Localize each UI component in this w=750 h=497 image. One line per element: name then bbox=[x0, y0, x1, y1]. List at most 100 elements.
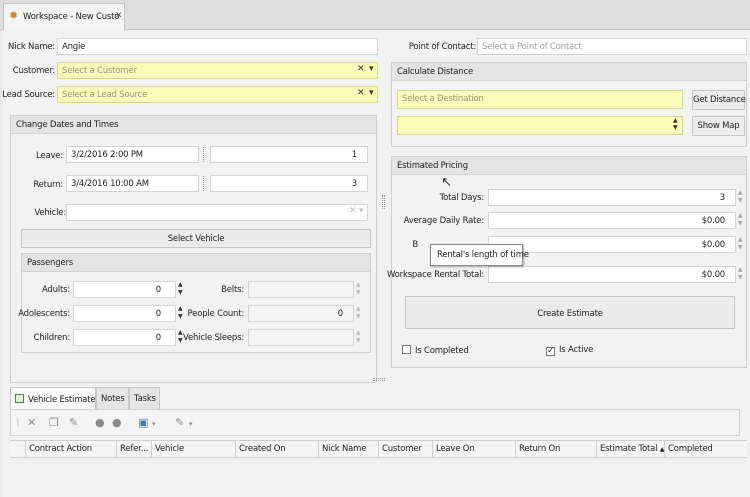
estimated-pricing-title: Estimated Pricing bbox=[392, 157, 746, 175]
customer-select[interactable]: Select a Customer bbox=[57, 62, 378, 79]
adolescents-spin-up-icon[interactable]: ▲ bbox=[178, 306, 184, 312]
column-header-vehicle[interactable]: Vehicle bbox=[151, 441, 235, 458]
belts-spin-down-icon: ▼ bbox=[356, 289, 361, 296]
adolescents-spin-down-icon[interactable]: ▼ bbox=[178, 314, 184, 320]
change-dates-group: Change Dates and Times Leave: 3/2/2016 2… bbox=[10, 115, 377, 383]
return-days-value: 3 bbox=[351, 179, 357, 189]
rate-type-spin-up-icon[interactable]: ▲ bbox=[738, 237, 744, 243]
total-days-spin-down-icon[interactable]: ▼ bbox=[738, 198, 744, 204]
belts-label: Belts: bbox=[221, 285, 244, 295]
average-daily-rate-input[interactable]: $0.00 bbox=[488, 212, 736, 229]
is-completed-checkbox[interactable]: Is Completed bbox=[402, 345, 469, 356]
rate-type-label: B bbox=[412, 240, 418, 250]
children-input[interactable]: 0 bbox=[73, 329, 176, 346]
average-daily-rate-spin-up-icon[interactable]: ▲ bbox=[738, 213, 744, 219]
is-active-checkbox[interactable]: ✓ Is Active bbox=[546, 345, 593, 356]
attach-dropdown-icon[interactable]: ▾ bbox=[189, 419, 193, 430]
adolescents-input[interactable]: 0 bbox=[73, 305, 176, 322]
attach-icon[interactable]: ✎ bbox=[175, 417, 184, 428]
vehicle-sleeps-spin-down-icon: ▼ bbox=[356, 337, 361, 344]
children-label: Children: bbox=[33, 333, 71, 343]
route-select[interactable] bbox=[397, 116, 683, 135]
average-daily-rate-label: Average Daily Rate: bbox=[403, 216, 485, 226]
vehicle-sleeps-spin-up-icon: ▲ bbox=[356, 329, 361, 336]
people-count-spin-down-icon: ▼ bbox=[356, 313, 361, 320]
column-header-completed[interactable]: Completed bbox=[664, 441, 744, 458]
return-datetime-input[interactable]: 3/4/2016 10:00 AM bbox=[66, 175, 199, 192]
column-header-customer[interactable]: Customer bbox=[378, 441, 432, 458]
column-header-nick-name[interactable]: Nick Name bbox=[318, 441, 378, 458]
rate-type-spin-down-icon[interactable]: ▼ bbox=[738, 245, 744, 251]
tab-vehicle-estimates-label: Vehicle Estimates bbox=[28, 395, 100, 405]
save-icon[interactable]: ▣ bbox=[138, 417, 148, 428]
nick-name-input[interactable]: Angie bbox=[57, 38, 378, 55]
workspace-icon: ✹ bbox=[9, 9, 19, 22]
route-spin-down-icon[interactable]: ▼ bbox=[673, 125, 679, 131]
select-vehicle-button[interactable]: Select Vehicle bbox=[21, 229, 371, 248]
column-header-leave-on[interactable]: Leave On bbox=[432, 441, 515, 458]
column-header-estimate-total[interactable]: Estimate Total ▲ bbox=[596, 441, 664, 458]
belts-spin-up-icon: ▲ bbox=[356, 281, 361, 288]
workspace-rental-total-input[interactable]: $0.00 bbox=[488, 266, 736, 283]
splitter-handle[interactable] bbox=[203, 147, 206, 162]
lead-source-placeholder: Select a Lead Source bbox=[62, 90, 148, 100]
leave-days-input[interactable]: 1 bbox=[210, 146, 368, 163]
create-estimate-button[interactable]: Create Estimate bbox=[405, 296, 735, 329]
lead-source-label: Lead Source: bbox=[2, 90, 55, 100]
clear-vehicle-icon: ✕ bbox=[349, 206, 357, 216]
estimates-grid-header: Contract Action Refer... Vehicle Created… bbox=[10, 440, 747, 458]
total-days-input[interactable]: 3 bbox=[488, 189, 736, 206]
adults-spin-up-icon[interactable]: ▲ bbox=[178, 282, 184, 288]
people-count-label: People Count: bbox=[187, 309, 245, 319]
calculate-distance-group: Calculate Distance Select a Destination … bbox=[391, 62, 747, 147]
grid-toolbar: ⁞ ✕ ❐ ✎ ● ● ▣ ▾ ✎ ▾ bbox=[10, 409, 740, 436]
change-dates-title: Change Dates and Times bbox=[11, 116, 376, 134]
splitter-handle[interactable] bbox=[203, 176, 206, 191]
column-header-contract-action[interactable]: Contract Action bbox=[25, 441, 116, 458]
record-alt-icon[interactable]: ● bbox=[112, 417, 122, 428]
vertical-splitter-handle[interactable] bbox=[382, 195, 385, 209]
tab-workspace[interactable]: ✹ Workspace - New Custo ✕ bbox=[3, 3, 125, 30]
passengers-group: Passengers Adults: 0 ▲ ▼ Adolescents: 0 … bbox=[18, 253, 371, 353]
point-of-contact-select[interactable]: Select a Point of Contact bbox=[477, 38, 747, 55]
customer-dropdown-icon[interactable]: ▾ bbox=[369, 64, 374, 74]
column-header-referral[interactable]: Refer... bbox=[116, 441, 151, 458]
nick-name-label: Nick Name: bbox=[8, 42, 55, 52]
vehicle-dropdown-icon: ▾ bbox=[359, 206, 364, 216]
close-tab-icon[interactable]: ✕ bbox=[115, 11, 123, 21]
vehicle-sleeps-input bbox=[248, 329, 354, 346]
rental-total-spin-down-icon[interactable]: ▼ bbox=[738, 275, 744, 281]
belts-input bbox=[248, 281, 354, 298]
customer-label: Customer: bbox=[12, 66, 55, 76]
lead-source-select[interactable]: Select a Lead Source bbox=[57, 86, 378, 103]
column-header-created-on[interactable]: Created On bbox=[235, 441, 318, 458]
calculate-distance-title: Calculate Distance bbox=[392, 63, 746, 81]
return-days-input[interactable]: 3 bbox=[210, 175, 368, 192]
save-dropdown-icon[interactable]: ▾ bbox=[152, 419, 156, 430]
tab-vehicle-estimates[interactable]: Vehicle Estimates bbox=[10, 387, 100, 409]
horizontal-splitter-handle[interactable] bbox=[373, 378, 385, 381]
tab-notes[interactable]: Notes bbox=[96, 387, 129, 409]
total-days-spin-up-icon[interactable]: ▲ bbox=[738, 190, 744, 196]
delete-icon[interactable]: ✕ bbox=[27, 417, 36, 428]
column-header-return-on[interactable]: Return On bbox=[515, 441, 596, 458]
edit-icon[interactable]: ✎ bbox=[69, 417, 78, 428]
rental-total-spin-up-icon[interactable]: ▲ bbox=[738, 267, 744, 273]
clear-customer-icon[interactable]: ✕ bbox=[357, 64, 365, 74]
vehicle-select[interactable] bbox=[66, 204, 368, 221]
leave-days-value: 1 bbox=[351, 150, 357, 160]
adults-input[interactable]: 0 bbox=[73, 281, 176, 298]
lead-source-dropdown-icon[interactable]: ▾ bbox=[369, 88, 374, 98]
adults-spin-down-icon[interactable]: ▼ bbox=[178, 290, 184, 296]
average-daily-rate-spin-down-icon[interactable]: ▼ bbox=[738, 221, 744, 227]
point-of-contact-label: Point of Contact: bbox=[408, 42, 476, 52]
leave-datetime-input[interactable]: 3/2/2016 2:00 PM bbox=[66, 146, 199, 163]
copy-icon[interactable]: ❐ bbox=[49, 417, 59, 428]
destination-select[interactable]: Select a Destination bbox=[397, 90, 683, 109]
record-icon[interactable]: ● bbox=[95, 417, 105, 428]
get-distance-button[interactable]: Get Distance bbox=[692, 90, 746, 110]
show-map-button[interactable]: Show Map bbox=[692, 116, 745, 136]
people-count-input: 0 bbox=[248, 305, 354, 322]
tab-tasks[interactable]: Tasks bbox=[129, 387, 160, 409]
clear-lead-source-icon[interactable]: ✕ bbox=[357, 88, 365, 98]
